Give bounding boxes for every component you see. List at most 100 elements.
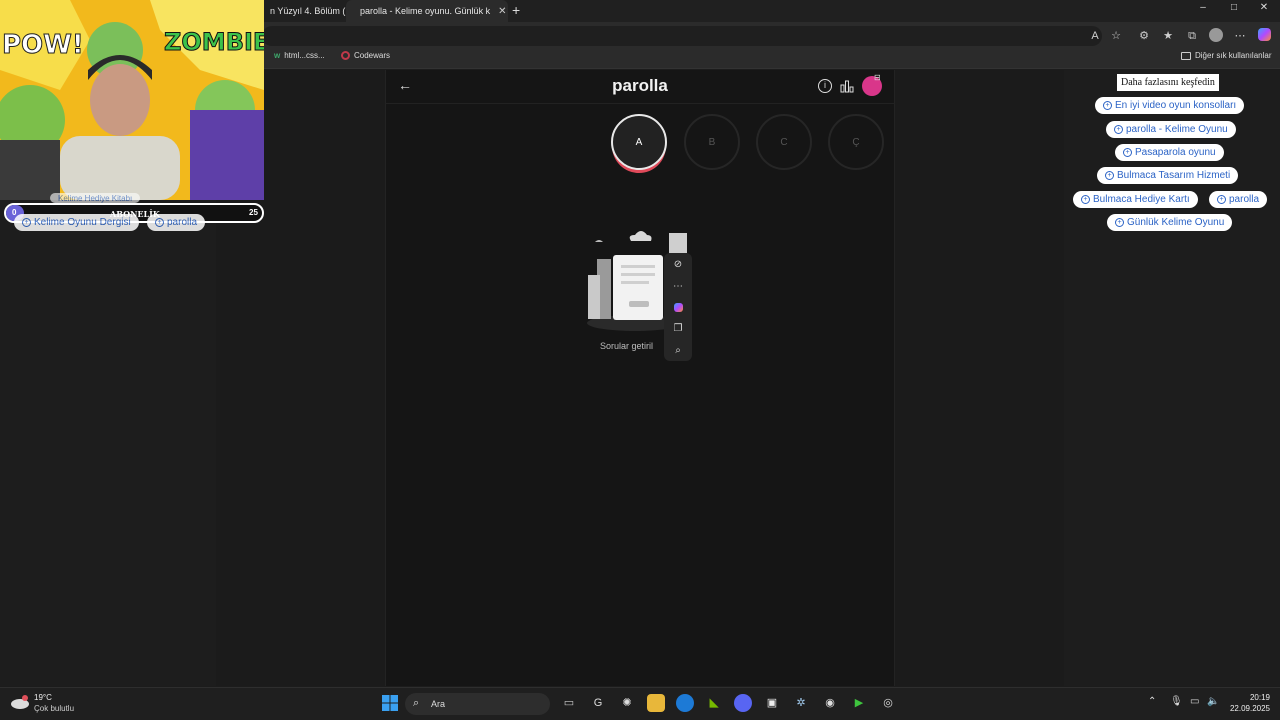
obs-icon[interactable]: ◎ — [879, 694, 897, 712]
tab-label: parolla - Kelime oyunu. Günlük k — [360, 6, 491, 16]
back-arrow-icon[interactable]: ← — [398, 77, 412, 93]
search-plus-icon: + — [1114, 125, 1123, 134]
minimize-button[interactable]: – — [1193, 2, 1213, 13]
more-options-icon[interactable]: ⋯ — [1232, 28, 1248, 44]
extensions-icon[interactable]: ⚙ — [1136, 28, 1152, 44]
tab-label: n Yüzyıl 4. Bölüm ( — [270, 6, 346, 16]
nvidia-icon[interactable]: ◣ — [705, 694, 723, 712]
new-tab-button[interactable]: + — [512, 2, 520, 18]
bookmark-item[interactable]: w html...css... — [274, 51, 325, 60]
brand-title: parolla — [612, 76, 668, 95]
tab-active[interactable]: parolla - Kelime oyunu. Günlük k ✕ — [346, 0, 508, 22]
loading-text: Sorular getiril — [600, 341, 654, 351]
search-plus-icon: + — [1103, 101, 1112, 110]
bookmark-icon — [341, 51, 350, 60]
chip-label: parolla — [167, 217, 198, 228]
bookmark-label: Codewars — [354, 51, 391, 60]
favorite-star-icon[interactable]: ☆ — [1108, 28, 1124, 44]
microphone-icon[interactable]: 🎙 — [1170, 696, 1183, 707]
search-plus-icon: + — [1217, 195, 1226, 204]
webcam-overlay: POW! ZOMBIE! — [0, 0, 264, 200]
overlay-chip: + Kelime Oyunu Dergisi — [14, 214, 139, 231]
related-search-chip[interactable]: + Bulmaca Hediye Kartı — [1073, 191, 1198, 208]
copilot-icon[interactable] — [1256, 28, 1272, 44]
task-view-icon[interactable]: ▭ — [560, 694, 578, 712]
taskbar — [0, 687, 1280, 720]
related-search-chip[interactable]: + parolla - Kelime Oyunu — [1106, 121, 1236, 138]
chip-label: Bulmaca Hediye Kartı — [1093, 194, 1190, 205]
bookmark-item[interactable]: Codewars — [341, 51, 390, 60]
chip-label: Kelime Hediye Kitabı — [58, 193, 133, 203]
ad-badge-icon: ⊟ — [874, 73, 881, 82]
hide-icon[interactable]: ⊘ — [674, 259, 682, 270]
related-search-chip[interactable]: + Günlük Kelime Oyunu — [1107, 214, 1233, 231]
clock-date[interactable]: 22.09.2025 — [1222, 704, 1270, 713]
edge-browser-icon[interactable] — [676, 694, 694, 712]
search-plus-icon: + — [1105, 171, 1114, 180]
profile-icon[interactable] — [1208, 28, 1224, 44]
explore-title: Daha fazlasını keşfedin — [1117, 74, 1219, 91]
network-icon[interactable]: ▭ — [1190, 696, 1199, 707]
search-icon: ⌕ — [413, 697, 420, 709]
related-search-chip[interactable]: + Bulmaca Tasarım Hizmeti — [1097, 167, 1239, 184]
comic-pow-text: POW! — [2, 30, 85, 61]
tab-inactive[interactable]: n Yüzyıl 4. Bölüm ( ✕ — [262, 0, 346, 22]
chip-label: Bulmaca Tasarım Hizmeti — [1117, 170, 1231, 181]
info-icon[interactable]: i — [818, 79, 832, 93]
letter-circle: Ç — [828, 114, 884, 170]
related-search-chip[interactable]: + Pasaparola oyunu — [1115, 144, 1224, 161]
search-placeholder: Ara — [431, 699, 446, 709]
search-plus-icon: + — [22, 218, 31, 227]
letter-circle: B — [684, 114, 740, 170]
taskbar-search[interactable]: ⌕ Ara — [405, 693, 550, 715]
search-icon[interactable]: ⌕ — [675, 345, 681, 356]
comic-zombie-text: ZOMBIE! — [163, 28, 264, 57]
folder-icon — [1181, 51, 1191, 60]
steam-icon[interactable]: ◉ — [821, 694, 839, 712]
related-search-chip[interactable]: + En iyi video oyun konsolları — [1095, 97, 1245, 114]
close-icon[interactable]: ✕ — [498, 6, 506, 17]
weather-desc[interactable]: Çok bulutlu — [34, 704, 74, 713]
play-icon[interactable]: ▶ — [850, 694, 868, 712]
settings-gear-icon[interactable]: ✲ — [792, 694, 810, 712]
chip-label: parolla - Kelime Oyunu — [1126, 124, 1228, 135]
weather-temp[interactable]: 19°C — [34, 693, 52, 702]
related-search-chip[interactable]: + parolla — [1209, 191, 1268, 208]
discord-icon[interactable] — [734, 694, 752, 712]
collections-icon[interactable]: ⧉ — [1184, 28, 1200, 44]
volume-icon[interactable]: 🔈 — [1207, 696, 1219, 707]
search-plus-icon: + — [1123, 148, 1132, 157]
overlay-chip-partial: Kelime Hediye Kitabı — [50, 193, 141, 203]
url-field[interactable] — [262, 26, 1102, 46]
chevron-up-icon[interactable]: ⌃ — [1148, 696, 1156, 707]
letter-circle-active: A — [611, 114, 667, 170]
window-close-button[interactable]: ✕ — [1254, 2, 1274, 13]
maximize-button[interactable]: □ — [1224, 2, 1244, 13]
overlay-chip: + parolla — [147, 214, 206, 231]
app-g-icon[interactable]: G — [589, 694, 607, 712]
search-plus-icon: + — [1115, 218, 1124, 227]
bookmark-label: html...css... — [284, 51, 325, 60]
other-bookmarks[interactable]: Diğer sık kullanılanlar — [1181, 51, 1271, 60]
clock-time[interactable]: 20:19 — [1240, 693, 1270, 702]
letter-circle: C — [756, 114, 812, 170]
copy-icon[interactable]: ❐ — [674, 323, 683, 334]
chatgpt-icon[interactable]: ✺ — [618, 694, 636, 712]
more-icon[interactable]: ⋯ — [673, 281, 683, 292]
media-app-icon[interactable]: ▣ — [763, 694, 781, 712]
subscriber-goal: 25 — [249, 208, 258, 217]
favorites-icon[interactable]: ★ — [1160, 28, 1176, 44]
copilot-icon[interactable] — [673, 302, 683, 312]
file-explorer-icon[interactable] — [647, 694, 665, 712]
chip-label: Günlük Kelime Oyunu — [1127, 217, 1225, 228]
weather-cloud-icon — [10, 694, 30, 710]
search-plus-icon: + — [1081, 195, 1090, 204]
chip-label: Kelime Oyunu Dergisi — [34, 217, 131, 228]
windows-start-icon[interactable] — [381, 694, 399, 712]
stats-icon[interactable] — [840, 79, 854, 93]
image-context-toolbar: ⊘ ⋯ ❐ ⌕ — [664, 253, 692, 361]
bookmark-icon: w — [274, 51, 281, 60]
other-bookmarks-label: Diğer sık kullanılanlar — [1195, 51, 1272, 60]
chip-label: Pasaparola oyunu — [1135, 147, 1216, 158]
read-aloud-icon[interactable]: A — [1087, 28, 1103, 44]
